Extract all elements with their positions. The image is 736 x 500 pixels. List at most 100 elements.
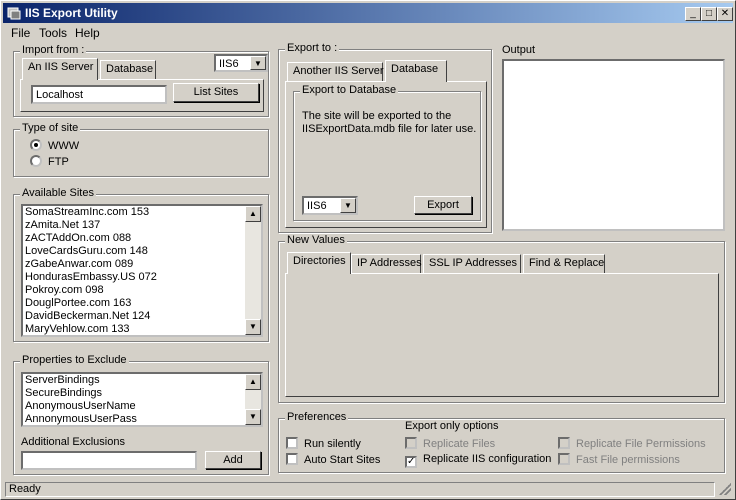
export-button[interactable]: Export xyxy=(414,196,472,214)
list-item[interactable]: zGabeAnwar.com 089 xyxy=(23,258,261,271)
fast-file-permissions-label: Fast File permissions xyxy=(576,454,680,466)
list-item[interactable]: ServerBindings xyxy=(23,374,261,387)
radio-unchecked-icon xyxy=(30,155,42,167)
close-button[interactable]: ✕ xyxy=(717,7,733,21)
checkmark-icon: ✓ xyxy=(405,456,417,468)
chevron-down-icon[interactable]: ▼ xyxy=(340,198,356,213)
export-to-database-label: Export to Database xyxy=(300,84,399,96)
available-sites-group: Available Sites SomaStreamInc.com 153 zA… xyxy=(13,187,269,342)
checkbox-unchecked-icon xyxy=(286,437,298,449)
list-item[interactable]: SecureBindings xyxy=(23,387,261,400)
menu-tools[interactable]: Tools xyxy=(39,26,67,40)
run-silently-checkbox[interactable]: Run silently xyxy=(286,437,361,450)
checkbox-unchecked-icon xyxy=(286,453,298,465)
properties-exclude-list[interactable]: ServerBindings SecureBindings AnonymousU… xyxy=(21,372,263,427)
scroll-up-icon[interactable]: ▲ xyxy=(245,206,261,222)
menu-bar: File Tools Help xyxy=(3,24,733,42)
replicate-file-permissions-checkbox[interactable]: Replicate File Permissions xyxy=(558,437,706,450)
tab-directories[interactable]: Directories xyxy=(287,252,351,274)
list-item[interactable]: zAmita.Net 137 xyxy=(23,219,261,232)
checkbox-unchecked-icon xyxy=(558,437,570,449)
output-label: Output xyxy=(502,44,536,56)
export-tab-panel: Export to Database The site will be expo… xyxy=(285,81,487,228)
checkbox-unchecked-icon xyxy=(405,437,417,449)
additional-exclusions-input[interactable] xyxy=(21,451,197,470)
properties-exclude-label: Properties to Exclude xyxy=(20,354,129,366)
export-to-label: Export to : xyxy=(285,42,340,54)
scroll-down-icon[interactable]: ▼ xyxy=(245,409,261,425)
radio-checked-icon xyxy=(30,139,42,151)
preferences-label: Preferences xyxy=(285,411,349,423)
list-item[interactable]: MaryVehlow.com 133 xyxy=(23,323,261,335)
tab-an-iis-server[interactable]: An IIS Server xyxy=(22,58,98,80)
import-version-select[interactable]: IIS6 ▼ xyxy=(214,54,268,72)
status-bar: Ready xyxy=(3,481,733,497)
server-input[interactable]: Localhost xyxy=(31,85,167,104)
tab-ssl-ip-addresses[interactable]: SSL IP Addresses xyxy=(423,254,521,274)
replicate-file-permissions-label: Replicate File Permissions xyxy=(576,438,706,450)
replicate-iis-config-label: Replicate IIS configuration xyxy=(423,453,552,465)
maximize-button[interactable]: □ xyxy=(701,7,717,21)
replicate-files-checkbox[interactable]: Replicate Files xyxy=(405,437,495,450)
list-item[interactable]: zACTAddOn.com 088 xyxy=(23,232,261,245)
menu-file[interactable]: File xyxy=(11,26,30,40)
radio-www-label: WWW xyxy=(48,140,80,152)
properties-exclude-group: Properties to Exclude ServerBindings Sec… xyxy=(13,354,269,475)
replicate-files-label: Replicate Files xyxy=(423,438,496,450)
export-version-select[interactable]: IIS6 ▼ xyxy=(302,196,358,215)
tab-another-iis-server[interactable]: Another IIS Server xyxy=(287,62,384,82)
add-button[interactable]: Add xyxy=(205,451,261,469)
export-version-value: IIS6 xyxy=(307,200,327,212)
status-text: Ready xyxy=(5,482,715,497)
replicate-iis-config-checkbox[interactable]: ✓ Replicate IIS configuration xyxy=(405,453,551,468)
fast-file-permissions-checkbox[interactable]: Fast File permissions xyxy=(558,453,680,466)
properties-scrollbar[interactable]: ▲ ▼ xyxy=(245,374,261,425)
resize-grip-icon[interactable] xyxy=(719,483,731,495)
chevron-down-icon[interactable]: ▼ xyxy=(250,56,266,70)
type-of-site-group: Type of site WWW FTP xyxy=(13,122,269,177)
radio-ftp-label: FTP xyxy=(48,156,69,168)
export-description: The site will be exported to the IISExpo… xyxy=(302,110,477,135)
radio-www[interactable]: WWW xyxy=(30,139,79,152)
title-bar[interactable]: IIS Export Utility _ □ ✕ xyxy=(3,3,733,23)
list-sites-button[interactable]: List Sites xyxy=(173,83,259,102)
tab-ip-addresses[interactable]: IP Addresses xyxy=(351,254,422,274)
export-only-options-label: Export only options xyxy=(405,420,499,432)
export-to-database-group: Export to Database The site will be expo… xyxy=(293,84,481,221)
sites-scrollbar[interactable]: ▲ ▼ xyxy=(245,206,261,335)
available-sites-list[interactable]: SomaStreamInc.com 153 zAmita.Net 137 zAC… xyxy=(21,204,263,337)
output-textarea[interactable] xyxy=(502,59,725,231)
tab-import-database[interactable]: Database xyxy=(100,60,156,80)
scroll-down-icon[interactable]: ▼ xyxy=(245,319,261,335)
auto-start-sites-label: Auto Start Sites xyxy=(304,454,381,466)
menu-help[interactable]: Help xyxy=(75,26,100,40)
list-item[interactable]: LoveCardsGuru.com 148 xyxy=(23,245,261,258)
window-title: IIS Export Utility xyxy=(25,6,118,20)
additional-exclusions-label: Additional Exclusions xyxy=(21,436,125,448)
available-sites-label: Available Sites xyxy=(20,187,96,199)
import-tab-panel: Localhost List Sites xyxy=(20,79,264,112)
new-values-label: New Values xyxy=(285,234,347,246)
tab-find-replace[interactable]: Find & Replace xyxy=(523,254,605,274)
export-to-group: Export to : Another IIS Server Database … xyxy=(278,42,492,233)
list-item[interactable]: HondurasEmbassy.US 072 xyxy=(23,271,261,284)
minimize-button[interactable]: _ xyxy=(685,7,701,21)
radio-ftp[interactable]: FTP xyxy=(30,155,69,168)
tab-export-database[interactable]: Database xyxy=(385,60,447,82)
list-item[interactable]: DouglPortee.com 163 xyxy=(23,297,261,310)
auto-start-sites-checkbox[interactable]: Auto Start Sites xyxy=(286,453,380,466)
list-item[interactable]: DavidBeckerman.Net 124 xyxy=(23,310,261,323)
list-item[interactable]: SomaStreamInc.com 153 xyxy=(23,206,261,219)
list-item[interactable]: AnonymousUserName xyxy=(23,400,261,413)
list-item[interactable]: Pokroy.com 098 xyxy=(23,284,261,297)
type-of-site-label: Type of site xyxy=(20,122,81,134)
new-values-panel xyxy=(285,273,719,397)
run-silently-label: Run silently xyxy=(304,438,361,450)
new-values-group: New Values Directories IP Addresses SSL … xyxy=(278,234,725,403)
import-from-group: Import from : An IIS Server Database IIS… xyxy=(13,44,269,117)
list-item[interactable]: AnnonymousUserPass xyxy=(23,413,261,425)
import-version-value: IIS6 xyxy=(219,58,239,70)
scroll-up-icon[interactable]: ▲ xyxy=(245,374,261,390)
preferences-group: Preferences Run silently Auto Start Site… xyxy=(278,411,725,473)
checkbox-unchecked-icon xyxy=(558,453,570,465)
